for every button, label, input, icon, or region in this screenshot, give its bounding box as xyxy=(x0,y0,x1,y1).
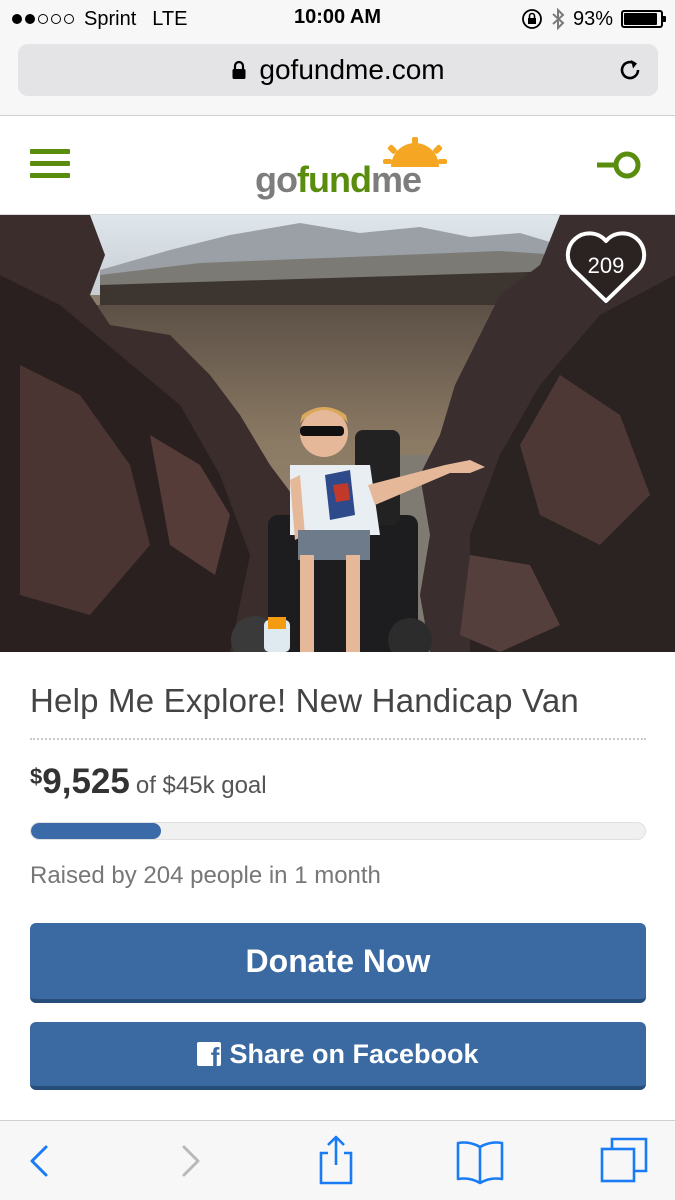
forward-icon[interactable] xyxy=(162,1135,218,1187)
share-icon[interactable] xyxy=(308,1135,364,1187)
donate-now-label: Donate Now xyxy=(245,942,431,979)
progress-fill xyxy=(31,823,161,839)
bluetooth-icon xyxy=(552,7,565,31)
rotation-lock-icon xyxy=(522,9,542,29)
share-on-facebook-button[interactable]: f Share on Facebook xyxy=(30,1022,646,1090)
share-on-facebook-label: Share on Facebook xyxy=(229,1038,479,1069)
gofundme-logo[interactable]: gofundme xyxy=(255,137,455,201)
battery-fill xyxy=(624,13,658,25)
battery-percent: 93% xyxy=(572,7,613,30)
logo-go: go xyxy=(255,159,298,200)
progress-bar xyxy=(30,822,646,840)
amount-raised: $9,525 of $45k goal xyxy=(30,762,646,806)
logo-wordmark: gofundme xyxy=(255,159,422,201)
campaign-photo[interactable]: 209 xyxy=(0,215,675,652)
url-field[interactable]: gofundme.com xyxy=(18,44,658,96)
lock-icon xyxy=(232,60,246,79)
campaign-title[interactable]: Help Me Explore! New Handicap Van xyxy=(30,682,646,720)
raised-by-text: Raised by 204 people in 1 month xyxy=(30,862,381,889)
facebook-icon: f xyxy=(197,1042,222,1066)
tabs-icon[interactable] xyxy=(598,1135,654,1187)
amount-currency: $ xyxy=(30,764,43,789)
reload-icon[interactable] xyxy=(616,56,644,84)
heart-count: 209 xyxy=(587,253,625,278)
url-text: gofundme.com xyxy=(259,54,445,85)
donate-now-button[interactable]: Donate Now xyxy=(30,923,646,1003)
search-icon[interactable] xyxy=(597,147,645,183)
url-display[interactable]: gofundme.com xyxy=(18,44,658,96)
title-divider xyxy=(30,738,646,740)
logo-me: me xyxy=(370,159,422,200)
back-icon[interactable] xyxy=(12,1135,68,1187)
status-right: 93% xyxy=(521,6,666,32)
site-header: gofundme xyxy=(0,117,675,215)
goal-text: of $45k goal xyxy=(135,772,267,799)
browser-toolbar xyxy=(0,1120,675,1200)
amount-value: 9,525 xyxy=(42,762,130,801)
bookmarks-icon[interactable] xyxy=(452,1135,508,1187)
browser-address-bar: gofundme.com xyxy=(0,38,675,116)
menu-icon[interactable] xyxy=(30,149,70,181)
battery-icon xyxy=(621,10,666,28)
favorite-heart-icon[interactable]: 209 xyxy=(563,229,649,307)
logo-fund: fund xyxy=(296,159,372,200)
status-bar: Sprint LTE 10:00 AM 93% xyxy=(0,0,675,38)
